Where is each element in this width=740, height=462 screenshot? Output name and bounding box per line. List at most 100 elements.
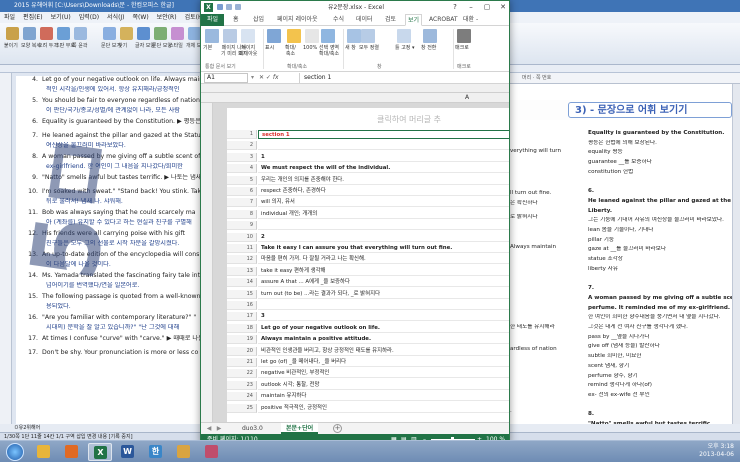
ribbon-button-icon[interactable] [103,27,116,40]
cell[interactable]: negative 비관적인, 부정적인 [258,369,509,379]
ribbon-icon[interactable] [305,29,319,43]
row-header[interactable]: 17 [227,312,257,322]
maximize-button[interactable]: ▢ [479,1,495,13]
row-header[interactable]: 22 [227,369,257,379]
row-header[interactable]: 8 [227,209,257,219]
row-header[interactable]: 6 [227,187,257,196]
ribbon-icon[interactable] [397,29,411,43]
ribbon-label[interactable]: 100% [303,45,317,51]
cell[interactable] [258,141,509,151]
close-button[interactable]: ✕ [495,1,509,13]
ribbon-label[interactable]: 새 창 [345,45,356,51]
row-header[interactable]: 14 [227,278,257,288]
cell[interactable]: 2 [258,233,509,242]
page-layout-page[interactable]: 클릭하여 머리글 추 1 section 1 2 3 1 4 We must respect… [227,108,509,422]
cell[interactable]: respect 존중하다, 존경하다 [258,187,509,196]
row-header[interactable]: 20 [227,346,257,356]
sheet-tab-main[interactable]: 본문+단어 [281,423,319,434]
clock-time[interactable]: 오후 3:18 [672,443,734,451]
row-header[interactable]: 25 [227,403,257,413]
ribbon-icon[interactable] [223,29,237,43]
formula-input[interactable]: section 1 [299,73,507,83]
tab-file[interactable]: 파일 [201,14,225,26]
menu-item[interactable]: 보안(R) [153,14,181,21]
cell[interactable]: outlook 시각; 통찰, 전망 [258,381,509,390]
row-header[interactable]: 23 [227,380,257,390]
ribbon-button-icon[interactable] [171,27,184,40]
taskbar-app-explorer[interactable] [32,443,56,461]
name-box[interactable]: A1 [204,73,248,83]
ribbon-icon[interactable] [361,29,375,43]
ribbon-button-icon[interactable] [23,27,36,40]
ribbon-button-icon[interactable] [6,27,19,40]
row-header[interactable]: 16 [227,301,257,310]
cell[interactable]: will 의지, 유서 [258,198,509,208]
tab-view[interactable]: 보기 [405,14,423,26]
vertical-scrollbar[interactable] [732,84,740,454]
menu-item[interactable]: 쪽(W) [129,14,153,21]
taskbar-app-word[interactable]: W [116,443,140,461]
ribbon-icon[interactable] [423,29,437,43]
ribbon-button-icon[interactable] [137,27,150,40]
cell[interactable] [258,221,509,231]
ribbon-label[interactable]: 표시 [265,45,274,51]
cell[interactable]: Let go of your negative outlook on life. [258,324,509,333]
undo-icon[interactable] [226,4,232,10]
menu-item[interactable]: 서식(J) [103,14,129,21]
ribbon-icon[interactable] [267,29,281,43]
ribbon-label[interactable]: 기본 [203,45,212,51]
row-header[interactable]: 1 [227,130,257,139]
taskbar-app-excel[interactable]: X [88,443,112,461]
start-button[interactable] [6,443,24,461]
cell[interactable]: 1 [258,153,509,162]
clock-date[interactable]: 2013-04-06 [672,451,734,459]
cell[interactable]: 3 [258,312,509,322]
row-header[interactable]: 5 [227,175,257,185]
ribbon-label[interactable]: 페이지 레이아웃 [239,45,257,57]
name-box-dropdown-icon[interactable]: ▾ [251,72,254,84]
ribbon-label[interactable]: 확대/ 축소 [285,45,296,57]
tab-page-layout[interactable]: 페이지 레이아웃 [275,14,320,26]
row-header[interactable]: 18 [227,323,257,333]
row-header[interactable]: 3 [227,152,257,162]
ribbon-label[interactable]: 모두 정렬 [359,45,379,51]
ribbon-icon[interactable] [205,29,219,43]
row-header[interactable]: 21 [227,358,257,367]
tab-home[interactable]: 홈 [231,14,241,26]
ribbon-button-icon[interactable] [120,27,133,40]
fx-icon[interactable]: ✕ ✓ fx [259,72,279,84]
tab-insert[interactable]: 삽입 [251,14,266,26]
ribbon-button-icon[interactable] [57,27,70,40]
ribbon-icon[interactable] [287,29,301,43]
cell[interactable]: We must respect the will of the individu… [258,164,509,174]
ribbon-label[interactable]: 매크로 [455,45,469,51]
ribbon-icon[interactable] [347,29,361,43]
menu-item[interactable]: 파일 [0,14,19,21]
header-placeholder[interactable]: 클릭하여 머리글 추 [377,114,441,125]
cell[interactable]: let go (of) _을 떼어내다, _을 버리다 [258,358,509,367]
cell[interactable]: maintain 유지하다 [258,392,509,402]
row-header[interactable]: 24 [227,392,257,402]
document-page-right[interactable]: 3) - 문장으로 어휘 보기기 Equality is guaranteed … [510,84,732,454]
menu-item[interactable]: 입력(D) [75,14,103,21]
cell[interactable]: 마음을 편히 가져. 다 잘될 거라고 나는 확신해. [258,255,509,265]
row-header[interactable]: 12 [227,255,257,265]
redo-icon[interactable] [235,4,241,10]
add-sheet-icon[interactable]: + [333,424,342,433]
row-header[interactable]: 4 [227,164,257,174]
row-header[interactable]: 7 [227,198,257,208]
sheet-tab-duo[interactable]: duo3.0 [237,423,268,434]
tab-review[interactable]: 검토 [383,14,398,26]
cell[interactable]: 비관적인 인생관을 버리고, 항상 긍정적인 태도를 유지하라. [258,347,509,356]
tab-acrobat[interactable]: ACROBAT [427,14,460,26]
ribbon-icon[interactable] [457,29,471,43]
cell[interactable]: positive 적극적인, 긍정적인 [258,404,509,413]
row-header[interactable]: 13 [227,266,257,276]
save-icon[interactable] [217,4,223,10]
taskbar-app-hwp[interactable]: 한 [144,443,168,461]
row-header[interactable]: 9 [227,221,257,231]
taskbar-app-folder[interactable] [172,443,196,461]
row-header[interactable]: 19 [227,335,257,345]
minimize-button[interactable]: – [463,1,479,13]
ribbon-label[interactable]: 선택 영역 확대/축소 [319,45,339,57]
